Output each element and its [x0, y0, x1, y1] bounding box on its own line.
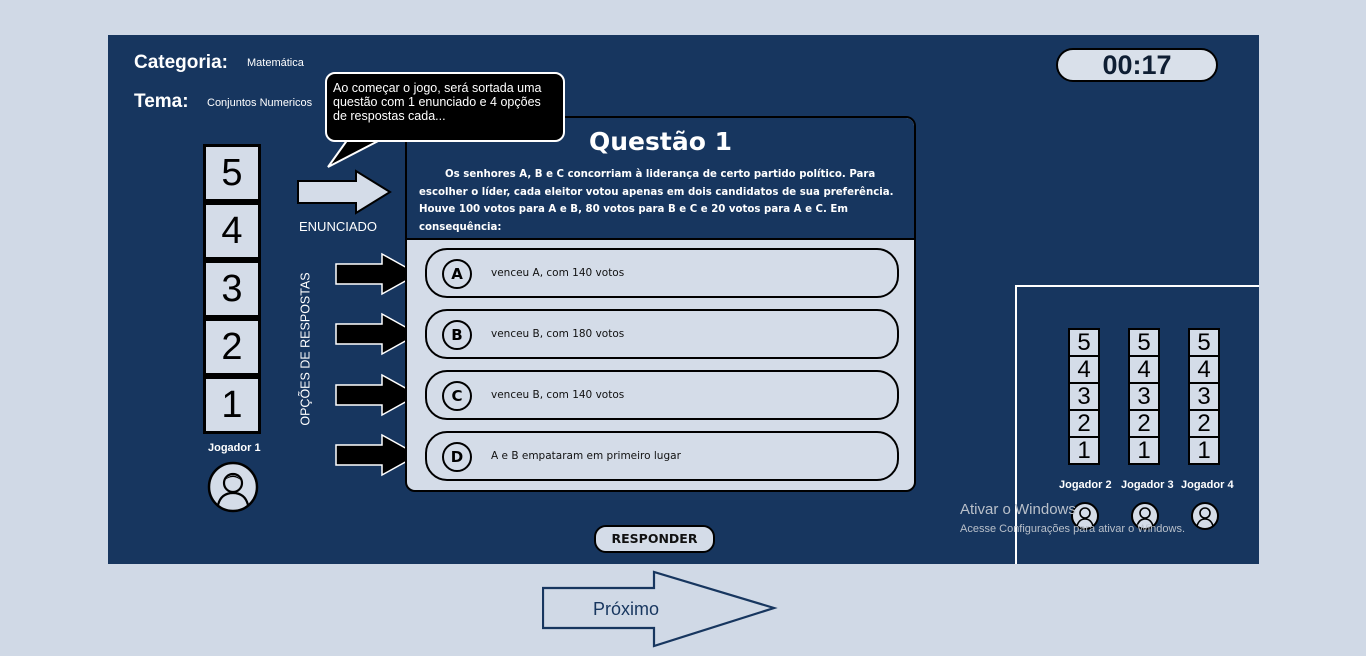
score-box[interactable]: 5 — [1188, 328, 1220, 357]
player2-score-column: 5 4 3 2 1 — [1068, 328, 1100, 465]
score-box[interactable]: 3 — [1188, 382, 1220, 411]
score-box[interactable]: 4 — [1068, 355, 1100, 384]
score-box[interactable]: 1 — [1188, 436, 1220, 465]
option-text: venceu A, com 140 votos — [491, 267, 625, 279]
categoria-value: Matemática — [247, 57, 304, 69]
player1-avatar-icon — [207, 461, 259, 513]
score-box[interactable]: 4 — [203, 202, 261, 260]
option-d[interactable]: D A e B empataram em primeiro lugar — [425, 431, 899, 481]
option-a[interactable]: A venceu A, com 140 votos — [425, 248, 899, 298]
question-card: Questão 1 Os senhores A, B e C concorria… — [405, 116, 916, 492]
score-box[interactable]: 2 — [1068, 409, 1100, 438]
score-box[interactable]: 2 — [1188, 409, 1220, 438]
player4-score-column: 5 4 3 2 1 — [1188, 328, 1220, 465]
opcoes-label: OPÇÕES DE RESPOSTAS — [298, 272, 313, 426]
player3-name: Jogador 3 — [1121, 479, 1174, 491]
option-letter-badge: C — [442, 381, 472, 411]
score-box[interactable]: 4 — [1188, 355, 1220, 384]
score-box[interactable]: 5 — [1068, 328, 1100, 357]
enunciado-label: ENUNCIADO — [299, 219, 378, 234]
timer: 00:17 — [1056, 48, 1218, 82]
score-box[interactable]: 1 — [203, 376, 261, 434]
player4-avatar-icon — [1191, 502, 1219, 530]
option-text: A e B empataram em primeiro lugar — [491, 450, 681, 462]
score-box[interactable]: 1 — [1128, 436, 1160, 465]
score-box[interactable]: 1 — [1068, 436, 1100, 465]
player4-name: Jogador 4 — [1181, 479, 1234, 491]
tema-value: Conjuntos Numericos — [207, 97, 313, 109]
option-letter-badge: D — [442, 442, 472, 472]
proximo-button[interactable] — [542, 570, 778, 650]
option-text: venceu B, com 180 votos — [491, 328, 625, 340]
enunciado-arrow-icon — [297, 169, 392, 215]
score-box[interactable]: 5 — [203, 144, 261, 202]
option-text: venceu B, com 140 votos — [491, 389, 625, 401]
question-statement: Os senhores A, B e C concorriam à lidera… — [419, 169, 894, 233]
score-box[interactable]: 3 — [203, 260, 261, 318]
player3-score-column: 5 4 3 2 1 — [1128, 328, 1160, 465]
tooltip-bubble: Ao começar o jogo, será sortada uma ques… — [325, 72, 565, 142]
responder-button[interactable]: RESPONDER — [594, 525, 715, 553]
option-b[interactable]: B venceu B, com 180 votos — [425, 309, 899, 359]
game-screen: Categoria: Matemática Tema: Conjuntos Nu… — [108, 35, 1259, 564]
score-box[interactable]: 4 — [1128, 355, 1160, 384]
score-box[interactable]: 2 — [203, 318, 261, 376]
player2-name: Jogador 2 — [1059, 479, 1112, 491]
tooltip-tail — [327, 139, 386, 168]
option-letter-badge: A — [442, 259, 472, 289]
windows-activation-subtitle: Acesse Configurações para ativar o Windo… — [960, 523, 1185, 535]
proximo-label: Próximo — [593, 599, 660, 619]
option-letter-badge: B — [442, 320, 472, 350]
categoria-label: Categoria: — [134, 52, 228, 73]
score-box[interactable]: 5 — [1128, 328, 1160, 357]
score-box[interactable]: 3 — [1128, 382, 1160, 411]
option-c[interactable]: C venceu B, com 140 votos — [425, 370, 899, 420]
player1-score-column: 5 4 3 2 1 — [203, 144, 261, 434]
windows-activation-title: Ativar o Windows — [960, 501, 1076, 518]
score-box[interactable]: 2 — [1128, 409, 1160, 438]
tema-label: Tema: — [134, 91, 189, 112]
player1-name: Jogador 1 — [208, 442, 261, 454]
score-box[interactable]: 3 — [1068, 382, 1100, 411]
